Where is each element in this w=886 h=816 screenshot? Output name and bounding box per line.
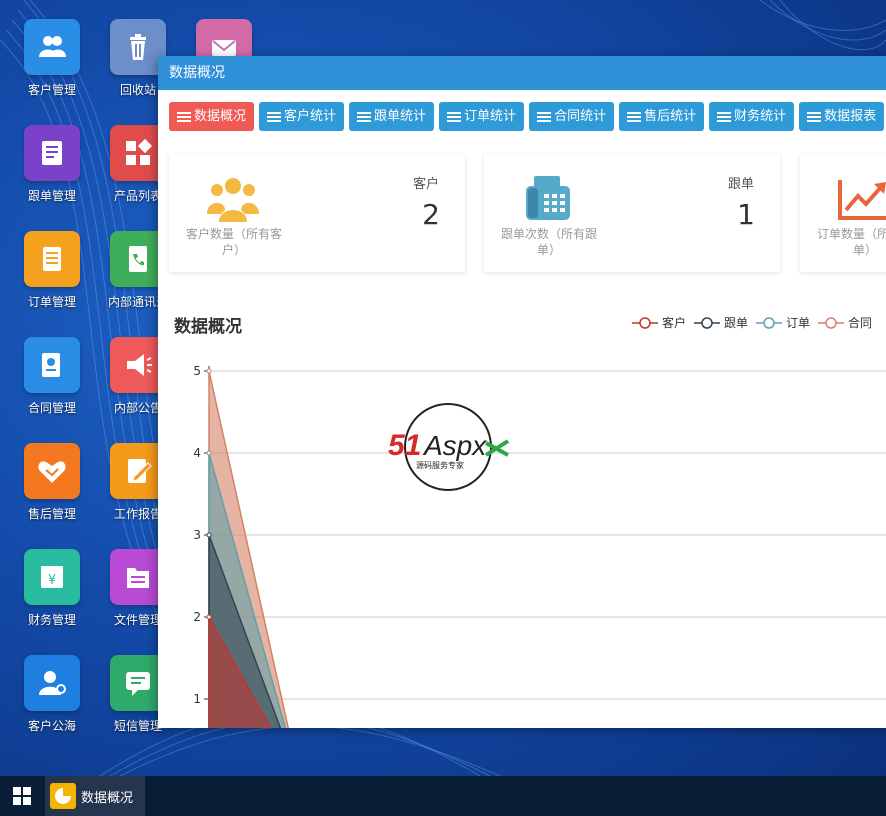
after-sales-icon	[24, 443, 80, 499]
start-button[interactable]	[0, 776, 44, 816]
desktop-icon-orders[interactable]: 订单管理	[12, 231, 92, 310]
tab-1[interactable]: 客户统计	[259, 102, 345, 131]
desktop-icon-customer-pool[interactable]: 客户公海	[12, 655, 92, 734]
legend-label: 客户	[662, 316, 687, 330]
card-name: 客户	[412, 177, 439, 192]
card-description: 订单数量（所有订单）	[816, 227, 886, 257]
desktop-icon-label: 售后管理	[27, 507, 76, 521]
tab-label: 跟单统计	[374, 109, 427, 124]
customer-pool-icon	[24, 655, 80, 711]
watermark-logo: 51 Aspx 源码服务专家	[388, 403, 510, 491]
list-icon	[447, 111, 462, 122]
watermark-text-aspx: Aspx	[422, 430, 487, 461]
card-description: 客户数量（所有客户）	[185, 227, 282, 257]
legend-label: 跟单	[724, 316, 749, 330]
fax-icon	[526, 176, 570, 220]
legend-item[interactable]: 合同	[818, 314, 872, 331]
legend-marker-icon	[756, 316, 783, 329]
windows-icon	[13, 787, 31, 805]
data-point[interactable]	[206, 368, 212, 374]
tab-bar: 数据概况 客户统计 跟单统计 订单统计 合同统计 售后统计 财务统计 数据报表	[169, 102, 886, 131]
legend-label: 订单	[786, 316, 811, 330]
legend-item[interactable]: 客户	[632, 314, 686, 331]
taskbar-item-label: 数据概况	[81, 790, 134, 806]
card-value: 2	[422, 198, 440, 231]
stat-card-customers: 客户数量（所有客户） 客户 2	[169, 154, 465, 272]
list-icon	[717, 111, 732, 122]
desktop-icon-label: 客户管理	[27, 83, 76, 97]
desktop-icon-customers[interactable]: 客户管理	[12, 19, 92, 98]
desktop-icon-follow-up[interactable]: 跟单管理	[12, 125, 92, 204]
orders-icon	[24, 231, 80, 287]
contracts-icon	[24, 337, 80, 393]
watermark-text-51: 51	[388, 429, 421, 462]
data-point[interactable]	[206, 614, 212, 620]
list-icon	[357, 111, 372, 122]
list-icon	[627, 111, 642, 122]
card-description: 跟单次数（所有跟单）	[500, 227, 597, 257]
tab-label: 财务统计	[734, 109, 787, 124]
card-name: 跟单	[727, 177, 754, 192]
desktop-icon-label: 订单管理	[27, 295, 76, 309]
tab-label: 售后统计	[644, 109, 697, 124]
y-tick-label: 3	[193, 528, 201, 542]
card-value: 1	[737, 198, 755, 231]
users-icon	[207, 178, 259, 222]
window-title[interactable]: 数据概况	[158, 56, 886, 90]
data-overview-window: 数据概况 数据概况 客户统计 跟单统计 订单统计 合同统计 售后统计 财务统计 数据报表 客户…	[158, 56, 886, 728]
legend-label: 合同	[848, 316, 873, 330]
desktop-icon-after-sales[interactable]: 售后管理	[12, 443, 92, 522]
stat-card-orders: 订单数量（所有订单）	[800, 154, 886, 272]
chart-title: 数据概况	[174, 317, 242, 337]
tab-4[interactable]: 合同统计	[529, 102, 615, 131]
desktop-icon-label: 财务管理	[27, 613, 76, 627]
desktop-icon-label: 客户公海	[27, 719, 76, 733]
tab-0[interactable]: 数据概况	[169, 102, 255, 131]
taskbar-item-data-overview[interactable]: 数据概况	[45, 776, 145, 816]
legend-item[interactable]: 订单	[756, 314, 810, 331]
tab-label: 订单统计	[464, 109, 517, 124]
data-point[interactable]	[206, 450, 212, 456]
desktop-icon-finance[interactable]: ¥ 财务管理	[12, 549, 92, 628]
trend-icon	[838, 180, 886, 220]
follow-up-icon	[24, 125, 80, 181]
legend-marker-icon	[818, 316, 845, 329]
desktop-icon-label: 跟单管理	[27, 189, 76, 203]
legend-marker-icon	[694, 316, 721, 329]
tab-6[interactable]: 财务统计	[709, 102, 795, 131]
legend-item[interactable]: 跟单	[694, 314, 748, 331]
list-icon	[807, 111, 822, 122]
legend-marker-icon	[632, 316, 658, 329]
y-tick-label: 5	[193, 364, 201, 378]
desktop-icon-contracts[interactable]: 合同管理	[12, 337, 92, 416]
taskbar: 数据概况	[0, 776, 886, 816]
list-icon	[177, 111, 191, 122]
tab-label: 合同统计	[554, 109, 607, 124]
tab-2[interactable]: 跟单统计	[349, 102, 435, 131]
stat-card-follow-ups: 跟单次数（所有跟单） 跟单 1	[484, 154, 780, 272]
tab-label: 客户统计	[284, 109, 337, 124]
tab-label: 数据报表	[824, 109, 877, 124]
tab-label: 数据概况	[194, 109, 247, 124]
tab-5[interactable]: 售后统计	[619, 102, 705, 131]
y-tick-label: 1	[193, 692, 201, 706]
area-chart: 1 2 3 4 5	[193, 364, 886, 728]
desktop-icon-label: 合同管理	[27, 401, 76, 415]
data-point[interactable]	[206, 532, 212, 538]
finance-icon: ¥	[24, 549, 80, 605]
pie-chart-icon	[50, 783, 76, 809]
y-tick-label: 4	[193, 446, 201, 460]
tab-3[interactable]: 订单统计	[439, 102, 525, 131]
watermark-subtext: 源码服务专家	[416, 460, 464, 470]
list-icon	[537, 111, 552, 122]
list-icon	[267, 111, 282, 122]
customers-icon	[24, 19, 80, 75]
svg-text:¥: ¥	[48, 573, 56, 588]
chart-legend: 客户 跟单 订单 合同	[632, 314, 880, 331]
tab-7[interactable]: 数据报表	[799, 102, 885, 131]
y-tick-label: 2	[193, 610, 201, 624]
